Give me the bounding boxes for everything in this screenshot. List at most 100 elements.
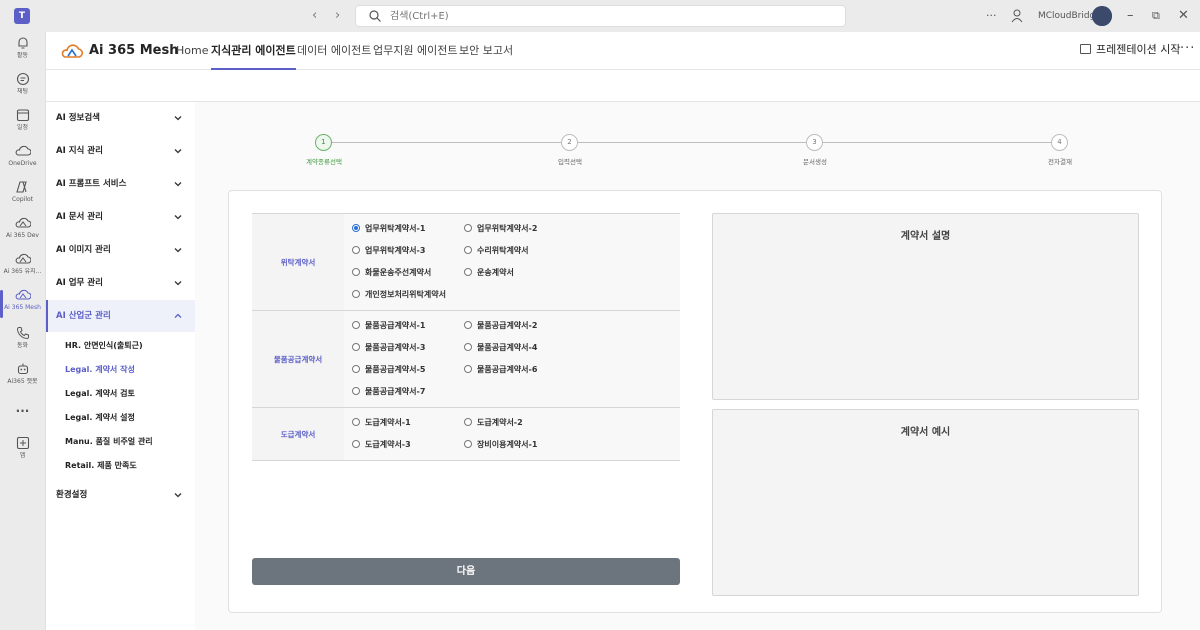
sidebar: AI 정보검색 AI 지식 관리 AI 프롬프트 서비스 AI 문서 관리 AI… [46, 102, 195, 630]
rail-item-chat[interactable]: 채팅 [0, 72, 45, 106]
radio-option[interactable]: 도급계약서-1 [352, 412, 464, 434]
close-icon[interactable]: ✕ [1178, 7, 1189, 25]
menu-ai-image[interactable]: AI 이미지 관리 [46, 234, 195, 266]
menu-settings[interactable]: 환경설정 [46, 479, 195, 511]
radio-icon[interactable] [352, 321, 360, 329]
step-2-circle[interactable]: 2 [561, 134, 578, 151]
rail-item-calendar[interactable]: 일정 [0, 108, 45, 142]
tab-knowledge-agent[interactable]: 지식관리 에이전트 [211, 44, 296, 70]
chevron-down-icon [174, 116, 182, 121]
radio-option[interactable]: 업무위탁계약서-2 [464, 218, 576, 240]
submenu-legal-write[interactable]: Legal. 계약서 작성 [65, 364, 135, 376]
option-label: 업무위탁계약서-1 [365, 224, 426, 233]
option-label: 물품공급계약서-6 [477, 365, 538, 374]
radio-icon[interactable] [352, 246, 360, 254]
next-button[interactable]: 다음 [252, 558, 680, 585]
menu-ai-search[interactable]: AI 정보검색 [46, 102, 195, 134]
option-label: 장비이용계약서-1 [477, 440, 538, 449]
rail-item-activity[interactable]: 활동 [0, 36, 45, 70]
radio-option[interactable]: 물품공급계약서-3 [352, 337, 464, 359]
radio-icon[interactable] [464, 365, 472, 373]
app-header: Ai 365 Mesh Home 지식관리 에이전트 데이터 에이전트 업무지원… [46, 32, 1200, 70]
rail-item-apps[interactable]: 앱 [0, 436, 45, 470]
menu-ai-prompt[interactable]: AI 프롬프트 서비스 [46, 168, 195, 200]
radio-option[interactable]: 물품공급계약서-7 [352, 381, 464, 403]
contract-type-table: 위탁계약서 업무위탁계약서-1 업무위탁계약서-2 업무위탁계약서-3 수리위탁계약서… [252, 213, 680, 461]
rail-item-ai365-maint[interactable]: Ai 365 유지... [0, 252, 45, 286]
menu-label: AI 문서 관리 [56, 212, 103, 222]
radio-icon[interactable] [352, 343, 360, 351]
radio-option[interactable]: 물품공급계약서-2 [464, 315, 576, 337]
submenu-retail-satisfaction[interactable]: Retail. 제품 만족도 [65, 460, 137, 472]
submenu-manu-quality[interactable]: Manu. 품질 비주얼 관리 [65, 436, 153, 448]
search-box[interactable] [355, 5, 846, 27]
radio-option[interactable]: 수리위탁계약서 [464, 240, 576, 262]
menu-ai-industry[interactable]: AI 산업군 관리 [46, 300, 195, 332]
step-3-circle[interactable]: 3 [806, 134, 823, 151]
rail-item-ai365-mesh[interactable]: Ai 365 Mesh [0, 288, 45, 322]
submenu-legal-review[interactable]: Legal. 계약서 검토 [65, 388, 135, 400]
menu-ai-knowledge[interactable]: AI 지식 관리 [46, 135, 195, 167]
radio-icon[interactable] [464, 440, 472, 448]
submenu-legal-settings[interactable]: Legal. 계약서 설정 [65, 412, 135, 424]
tab-home[interactable]: Home [176, 44, 208, 58]
rail-item-onedrive[interactable]: OneDrive [0, 144, 45, 178]
radio-icon[interactable] [464, 268, 472, 276]
rail-label: 통화 [16, 342, 29, 349]
org-icon[interactable] [1011, 9, 1023, 23]
header-more-icon[interactable]: ··· [1180, 41, 1195, 56]
menu-label: AI 이미지 관리 [56, 245, 111, 255]
radio-icon[interactable] [352, 365, 360, 373]
menu-ai-work[interactable]: AI 업무 관리 [46, 267, 195, 299]
radio-icon[interactable] [464, 246, 472, 254]
radio-icon[interactable] [464, 321, 472, 329]
rail-label: Ai 365 Dev [6, 232, 39, 239]
calendar-icon [16, 109, 29, 122]
search-input[interactable] [390, 8, 830, 24]
radio-icon[interactable] [464, 224, 472, 232]
radio-icon[interactable] [352, 290, 360, 298]
radio-option[interactable]: 개인정보처리위탁계약서 [352, 284, 464, 306]
rail-item-chatbot[interactable]: Ai365 챗봇 [0, 362, 45, 396]
cloud-icon [15, 145, 31, 156]
rail-label: Ai 365 Mesh [4, 304, 41, 311]
radio-option[interactable]: 화물운송주선계약서 [352, 262, 464, 284]
radio-option[interactable]: 도급계약서-2 [464, 412, 576, 434]
submenu-hr-face[interactable]: HR. 안면인식(출퇴근) [65, 340, 143, 352]
menu-ai-document[interactable]: AI 문서 관리 [46, 201, 195, 233]
rail-item-copilot[interactable]: Copilot [0, 180, 45, 214]
option-label: 물품공급계약서-4 [477, 343, 538, 352]
radio-icon[interactable] [352, 387, 360, 395]
radio-option[interactable]: 업무위탁계약서-3 [352, 240, 464, 262]
rail-item-calls[interactable]: 통화 [0, 326, 45, 360]
tab-data-agent[interactable]: 데이터 에이전트 [297, 44, 371, 58]
radio-icon[interactable] [352, 440, 360, 448]
restore-icon[interactable]: ⧉ [1152, 7, 1160, 25]
more-options-icon[interactable]: ··· [986, 7, 997, 25]
radio-option[interactable]: 장비이용계약서-1 [464, 434, 576, 456]
tab-security-report[interactable]: 보안 보고서 [459, 44, 513, 58]
radio-icon[interactable] [464, 343, 472, 351]
radio-icon[interactable] [352, 268, 360, 276]
present-button[interactable]: 프레젠테이션 시작 [1080, 43, 1180, 57]
radio-icon[interactable] [464, 418, 472, 426]
back-arrow-icon[interactable]: ‹ [312, 8, 317, 24]
rail-item-ai365-dev[interactable]: Ai 365 Dev [0, 216, 45, 250]
menu-label: AI 지식 관리 [56, 146, 103, 156]
radio-option[interactable]: 업무위탁계약서-1 [352, 218, 464, 240]
step-1-circle[interactable]: 1 [315, 134, 332, 151]
radio-option[interactable]: 물품공급계약서-6 [464, 359, 576, 381]
forward-arrow-icon[interactable]: › [335, 8, 340, 24]
radio-option[interactable]: 운송계약서 [464, 262, 576, 284]
radio-option[interactable]: 도급계약서-3 [352, 434, 464, 456]
radio-option[interactable]: 물품공급계약서-5 [352, 359, 464, 381]
radio-icon[interactable] [352, 418, 360, 426]
rail-more-icon[interactable]: ··· [0, 404, 45, 438]
tab-work-agent[interactable]: 업무지원 에이전트 [373, 44, 457, 58]
radio-option[interactable]: 물품공급계약서-1 [352, 315, 464, 337]
radio-option[interactable]: 물품공급계약서-4 [464, 337, 576, 359]
step-4-circle[interactable]: 4 [1051, 134, 1068, 151]
minimize-icon[interactable]: – [1127, 7, 1134, 25]
present-label: 프레젠테이션 시작 [1096, 43, 1181, 56]
radio-checked-icon[interactable] [352, 224, 360, 232]
